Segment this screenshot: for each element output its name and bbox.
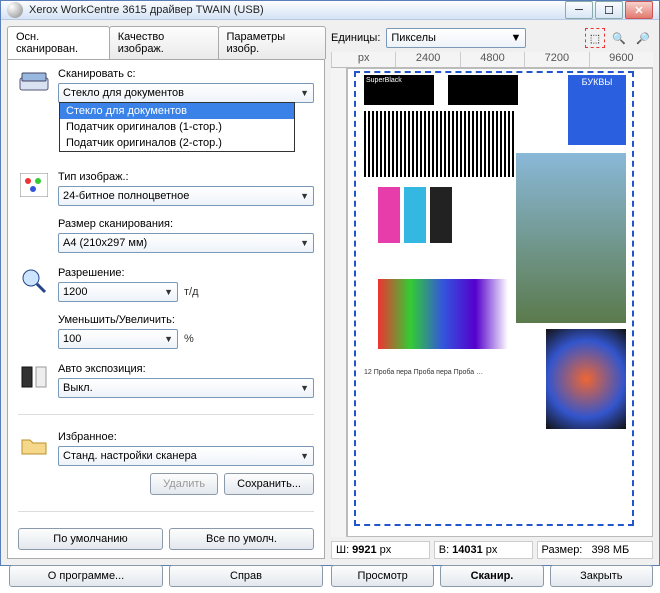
scan-from-dropdown[interactable]: Стекло для документов Податчик оригинало… bbox=[59, 102, 295, 152]
window-controls: ─ ☐ ✕ bbox=[565, 1, 653, 19]
units-select[interactable]: Пикселы▼ bbox=[386, 28, 526, 48]
preview-patch bbox=[378, 187, 400, 243]
preview-patch bbox=[364, 111, 514, 177]
defaults-button[interactable]: По умолчанию bbox=[18, 528, 163, 550]
window-title: Xerox WorkCentre 3615 драйвер TWAIN (USB… bbox=[29, 4, 565, 16]
preview-patch bbox=[378, 279, 508, 349]
auto-exposure-label: Авто экспозиция: bbox=[58, 363, 314, 375]
favorites-label: Избранное: bbox=[58, 431, 314, 443]
units-bar: Единицы: Пикселы▼ ⬚ 🔍 🔎 bbox=[331, 26, 653, 52]
folder-icon bbox=[18, 431, 50, 459]
chevron-down-icon: ▼ bbox=[300, 238, 309, 248]
dropdown-option[interactable]: Податчик оригиналов (1-стор.) bbox=[60, 119, 294, 135]
about-button[interactable]: О программе... bbox=[9, 565, 163, 587]
image-type-label: Тип изображ.: bbox=[58, 171, 314, 183]
dropdown-option[interactable]: Стекло для документов bbox=[60, 103, 294, 119]
status-row: Ш: 9921 px В: 14031 px Размер: 398 МБ bbox=[331, 537, 653, 563]
zoom-in-icon[interactable]: 🔍 bbox=[609, 28, 629, 48]
maximize-button[interactable]: ☐ bbox=[595, 1, 623, 19]
resolution-row: Разрешение: 1200▼ т/д Уменьшить/Увеличит… bbox=[18, 267, 314, 349]
scan-button[interactable]: Сканир. bbox=[440, 565, 543, 587]
titlebar[interactable]: Xerox WorkCentre 3615 драйвер TWAIN (USB… bbox=[1, 1, 659, 20]
chevron-down-icon: ▼ bbox=[300, 88, 309, 98]
vertical-ruler bbox=[331, 68, 347, 537]
all-defaults-button[interactable]: Все по умолч. bbox=[169, 528, 314, 550]
help-button[interactable]: Справ bbox=[169, 565, 323, 587]
right-bottom-buttons: Просмотр Сканир. Закрыть bbox=[331, 563, 653, 587]
tab-panel: Сканировать с: Стекло для документов▼ Ст… bbox=[7, 59, 325, 559]
preview-area: SuperBlack БУКВЫ 12 Проба пера Проба пер… bbox=[331, 68, 653, 537]
scan-from-row: Сканировать с: Стекло для документов▼ bbox=[18, 68, 314, 103]
preview-button[interactable]: Просмотр bbox=[331, 565, 434, 587]
scan-from-select[interactable]: Стекло для документов▼ bbox=[58, 83, 314, 103]
image-type-select[interactable]: 24-битное полноцветное▼ bbox=[58, 186, 314, 206]
preview-patch bbox=[430, 187, 452, 243]
favorites-row: Избранное: Станд. настройки сканера▼ Уда… bbox=[18, 431, 314, 495]
image-type-row: Тип изображ.: 24-битное полноцветное▼ Ра… bbox=[18, 171, 314, 253]
preview-patch: БУКВЫ bbox=[568, 75, 626, 145]
resolution-select[interactable]: 1200▼ bbox=[58, 282, 178, 302]
preview-patch bbox=[546, 329, 626, 429]
dialog-body: Осн. сканирован. Качество изображ. Парам… bbox=[1, 20, 659, 593]
divider bbox=[18, 511, 314, 512]
scan-size-select[interactable]: A4 (210x297 мм)▼ bbox=[58, 233, 314, 253]
app-icon bbox=[7, 2, 23, 18]
twain-dialog: Xerox WorkCentre 3615 драйвер TWAIN (USB… bbox=[0, 0, 660, 566]
delete-button[interactable]: Удалить bbox=[150, 473, 218, 495]
chevron-down-icon: ▼ bbox=[300, 451, 309, 461]
exposure-icon bbox=[18, 363, 50, 391]
scale-select[interactable]: 100▼ bbox=[58, 329, 178, 349]
close-button[interactable]: ✕ bbox=[625, 1, 653, 19]
auto-exposure-select[interactable]: Выкл.▼ bbox=[58, 378, 314, 398]
preview-text: 12 Проба пера Проба пера Проба … bbox=[364, 369, 514, 429]
preview-patch: SuperBlack bbox=[364, 75, 434, 105]
preview-patch bbox=[448, 75, 518, 105]
scanner-icon bbox=[18, 68, 50, 96]
horizontal-ruler: px 2400 4800 7200 9600 bbox=[331, 52, 653, 68]
resolution-unit: т/д bbox=[184, 286, 199, 298]
preview-patch bbox=[404, 187, 426, 243]
preview-canvas[interactable]: SuperBlack БУКВЫ 12 Проба пера Проба пер… bbox=[347, 68, 653, 537]
magnifier-icon bbox=[18, 267, 50, 295]
tab-params[interactable]: Параметры изобр. bbox=[218, 26, 327, 59]
palette-icon bbox=[18, 171, 50, 199]
scan-from-label: Сканировать с: bbox=[58, 68, 314, 80]
chevron-down-icon: ▼ bbox=[511, 32, 522, 44]
defaults-row: По умолчанию Все по умолч. bbox=[18, 528, 314, 550]
save-button[interactable]: Сохранить... bbox=[224, 473, 314, 495]
resolution-label: Разрешение: bbox=[58, 267, 314, 279]
scan-size-label: Размер сканирования: bbox=[58, 218, 314, 230]
tab-quality[interactable]: Качество изображ. bbox=[109, 26, 219, 59]
minimize-button[interactable]: ─ bbox=[565, 1, 593, 19]
scale-label: Уменьшить/Увеличить: bbox=[58, 314, 314, 326]
favorites-select[interactable]: Станд. настройки сканера▼ bbox=[58, 446, 314, 466]
chevron-down-icon: ▼ bbox=[164, 287, 173, 297]
tab-bar: Осн. сканирован. Качество изображ. Парам… bbox=[7, 26, 325, 59]
preview-patch bbox=[516, 153, 626, 323]
close-dialog-button[interactable]: Закрыть bbox=[550, 565, 653, 587]
zoom-out-icon[interactable]: 🔎 bbox=[633, 28, 653, 48]
auto-exposure-row: Авто экспозиция: Выкл.▼ bbox=[18, 363, 314, 398]
tab-basic[interactable]: Осн. сканирован. bbox=[7, 26, 110, 59]
crop-tool-icon[interactable]: ⬚ bbox=[585, 28, 605, 48]
chevron-down-icon: ▼ bbox=[300, 383, 309, 393]
scale-unit: % bbox=[184, 333, 194, 345]
divider bbox=[18, 414, 314, 415]
right-pane: Единицы: Пикселы▼ ⬚ 🔍 🔎 px 2400 4800 720… bbox=[331, 26, 653, 587]
left-pane: Осн. сканирован. Качество изображ. Парам… bbox=[7, 26, 325, 587]
chevron-down-icon: ▼ bbox=[164, 334, 173, 344]
units-label: Единицы: bbox=[331, 32, 380, 44]
chevron-down-icon: ▼ bbox=[300, 191, 309, 201]
left-bottom-buttons: О программе... Справ bbox=[7, 559, 325, 587]
dropdown-option[interactable]: Податчик оригиналов (2-стор.) bbox=[60, 135, 294, 151]
